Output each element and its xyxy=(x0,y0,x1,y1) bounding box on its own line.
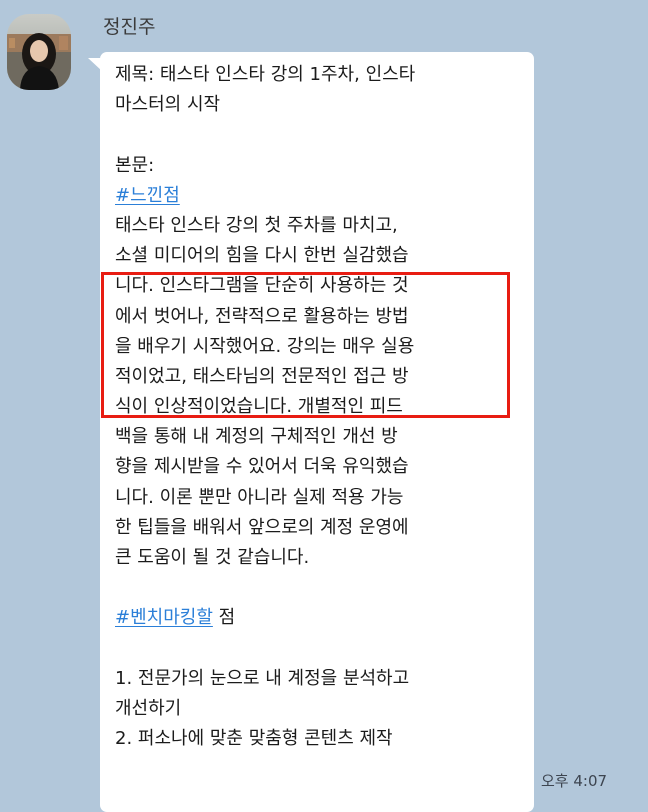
message-line: 백을 통해 내 계정의 구체적인 개선 방 xyxy=(115,426,398,448)
message-line: 니다. 인스타그램을 단순히 사용하는 것 xyxy=(115,275,409,297)
message-timestamp: 오후 4:07 xyxy=(541,772,608,790)
sender-name: 정진주 xyxy=(103,16,156,38)
hashtag-line: #느낀점 xyxy=(115,181,535,211)
message-line: 1. 전문가의 눈으로 내 계정을 분석하고 xyxy=(115,667,410,689)
message-line: 제목: 태스타 인스타 강의 1주차, 인스타 xyxy=(115,64,416,85)
hashtag-line: #벤치마킹할 점 xyxy=(115,603,535,633)
message-line-suffix: 점 xyxy=(212,607,236,629)
message-line: 에서 벗어나, 전략적으로 활용하는 방법 xyxy=(115,305,409,327)
message-line: 2. 퍼소나에 맞춘 맞춤형 콘텐츠 제작 xyxy=(115,728,393,750)
message-line: 향을 제시받을 수 있어서 더욱 유익했습 xyxy=(115,456,409,478)
message-line: 식이 인상적이었습니다. 개별적인 피드 xyxy=(115,396,403,418)
message-line: 마스터의 시작 xyxy=(115,94,221,116)
message-line: 개선하기 xyxy=(115,697,182,719)
message-line: 적이었고, 태스타님의 전문적인 접근 방 xyxy=(115,365,409,387)
message-line: 태스타 인스타 강의 첫 주차를 마치고, xyxy=(115,214,398,236)
message-line: 한 팁들을 배워서 앞으로의 계정 운영에 xyxy=(115,516,409,538)
message-line: 을 배우기 시작했어요. 강의는 매우 실용 xyxy=(115,335,415,357)
profile-photo xyxy=(7,14,71,90)
hashtag-link[interactable]: #벤치마킹할 xyxy=(115,607,213,628)
message-line: 소셜 미디어의 힘을 다시 한번 실감했습 xyxy=(115,245,409,267)
avatar[interactable] xyxy=(7,14,71,90)
message-text[interactable]: 제목: 태스타 인스타 강의 1주차, 인스타 마스터의 시작 본문: #느낀점… xyxy=(115,60,535,754)
message-line: 큰 도움이 될 것 같습니다. xyxy=(115,547,310,568)
hashtag-link[interactable]: #느낀점 xyxy=(115,185,180,206)
message-line: 니다. 이론 뿐만 아니라 실제 적용 가능 xyxy=(115,486,404,508)
message-line: 본문: xyxy=(115,154,155,176)
